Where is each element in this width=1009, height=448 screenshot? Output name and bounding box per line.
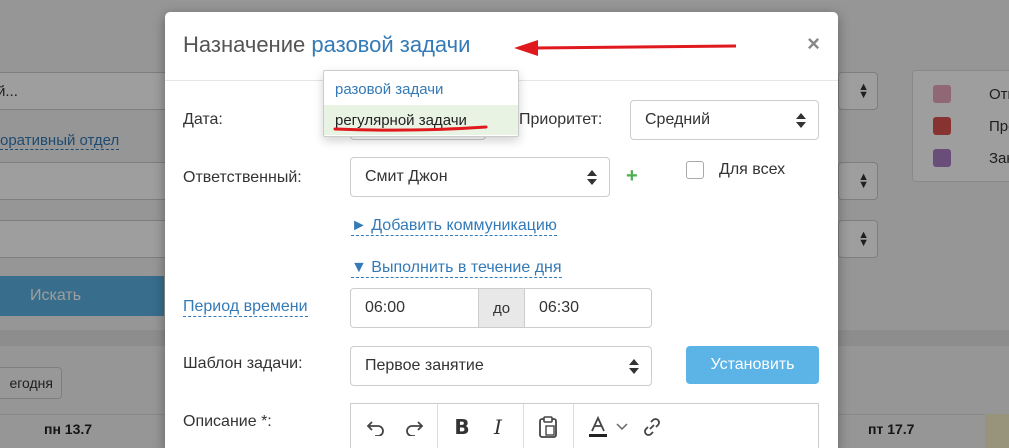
responsible-select-value: Смит Джон — [365, 168, 448, 185]
for-all-label: Для всех — [719, 161, 786, 178]
time-to-label: до — [492, 299, 511, 317]
time-to-value: 06:30 — [539, 299, 580, 316]
bold-icon[interactable]: B — [451, 414, 473, 440]
time-period-link[interactable]: Период времени — [183, 298, 308, 317]
select-caret-icon — [587, 170, 597, 188]
add-communication-link[interactable]: ► Добавить коммуникацию — [351, 217, 557, 236]
responsible-label: Ответственный: — [183, 169, 302, 186]
responsible-select[interactable]: Смит Джон — [350, 157, 610, 197]
for-all-checkbox[interactable] — [686, 161, 704, 179]
toolbar-separator — [573, 404, 574, 448]
time-from-value: 06:00 — [365, 299, 406, 316]
select-caret-icon — [629, 359, 639, 377]
annotation-underline-icon — [333, 125, 488, 132]
modal-title-prefix: Назначение — [183, 32, 306, 57]
set-template-button[interactable]: Установить — [686, 346, 819, 384]
dropdown-option-one-time[interactable]: разовой задачи — [324, 74, 518, 104]
toolbar-separator — [523, 404, 524, 448]
description-editor[interactable]: B I — [350, 403, 819, 448]
set-template-button-label: Установить — [710, 356, 795, 373]
chevron-down-icon[interactable] — [615, 414, 629, 440]
time-from-input[interactable]: 06:00 — [350, 288, 479, 328]
text-color-icon[interactable] — [587, 414, 609, 440]
time-to-input[interactable]: 06:30 — [524, 288, 652, 328]
do-during-day-link[interactable]: ▼ Выполнить в течение дня — [351, 259, 562, 278]
redo-icon[interactable] — [403, 414, 425, 440]
toolbar-separator — [437, 404, 438, 448]
close-icon[interactable]: × — [807, 33, 820, 55]
link-icon[interactable] — [641, 414, 663, 440]
priority-select-value: Средний — [645, 111, 711, 128]
time-to-addon: до — [479, 288, 524, 328]
annotation-arrow-icon — [514, 40, 736, 56]
add-responsible-icon[interactable]: + — [626, 166, 638, 186]
template-select-value: Первое занятие — [365, 357, 484, 374]
date-label: Дата: — [183, 111, 223, 128]
undo-icon[interactable] — [365, 414, 387, 440]
select-caret-icon — [796, 113, 806, 131]
template-select[interactable]: Первое занятие — [350, 346, 652, 386]
description-label: Описание *: — [183, 413, 272, 430]
task-type-toggle[interactable]: разовой задачи — [311, 32, 470, 57]
italic-icon[interactable]: I — [487, 414, 509, 440]
template-label: Шаблон задачи: — [183, 355, 303, 372]
priority-select[interactable]: Средний — [630, 100, 819, 140]
paste-icon[interactable] — [537, 414, 559, 440]
priority-label: Приоритет: — [519, 111, 603, 128]
modal-title: Назначение разовой задачи — [183, 32, 470, 58]
